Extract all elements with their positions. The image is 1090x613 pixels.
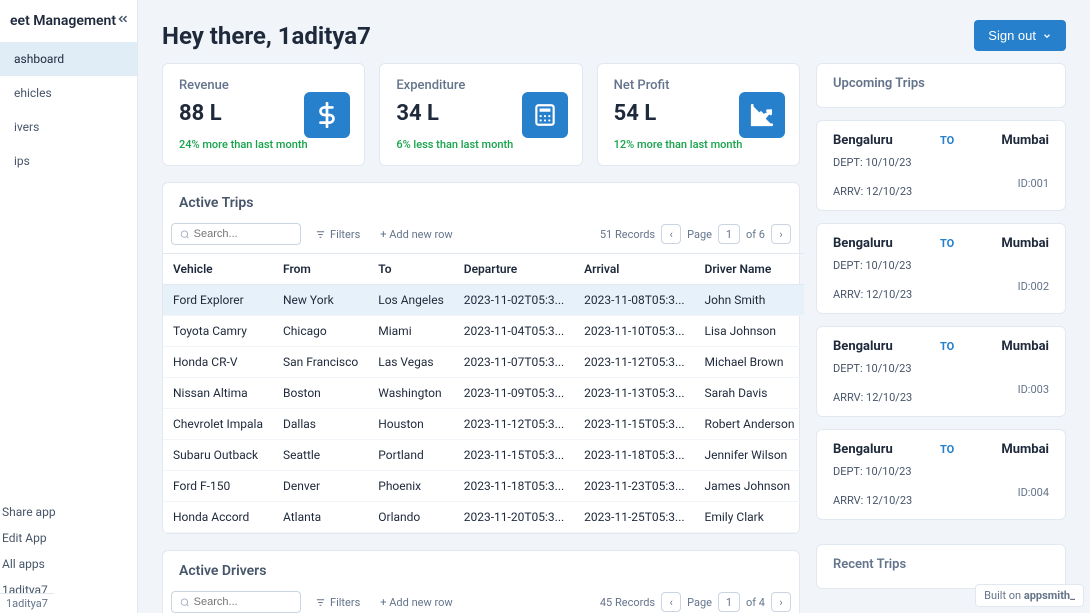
chevron-down-icon [1042,31,1052,41]
sidebar-collapse-icon[interactable] [116,12,130,30]
stat-title: Net Profit [614,78,783,93]
filters-button[interactable]: Filters [309,592,366,613]
trip-id: ID:003 [1018,383,1049,404]
edit-app-link[interactable]: Edit App [2,525,135,551]
to-label: TO [940,443,954,456]
trip-arrv: ARRV: 12/10/23 [833,494,912,507]
trip-dept: DEPT: 10/10/23 [833,156,1049,169]
stat-delta: 24% more than last month [179,138,348,151]
col-header[interactable]: Departure [454,254,574,285]
trip-dept: DEPT: 10/10/23 [833,362,1049,375]
app-title: eet Management [10,13,116,29]
sidebar-item-dashboard[interactable]: ashboard [0,42,137,76]
bottom-tab[interactable]: 1aditya7 [0,593,54,613]
prev-page-button[interactable]: ‹ [661,224,681,244]
trip-dept: DEPT: 10/10/23 [833,465,1049,478]
search-input[interactable] [171,591,301,613]
trip-arrv: ARRV: 12/10/23 [833,391,912,404]
table-row[interactable]: Subaru OutbackSeattlePortland2023-11-15T… [163,440,804,471]
trip-id: ID:004 [1018,486,1049,507]
col-header[interactable]: Vehicle [163,254,273,285]
table-row[interactable]: Chevrolet ImpalaDallasHouston2023-11-12T… [163,409,804,440]
search-icon [180,597,190,608]
col-header[interactable]: From [273,254,368,285]
panel-title: Active Drivers [163,551,799,587]
trip-to: Mumbai [1001,339,1049,354]
active-trips-table: VehicleFromToDepartureArrivalDriver Name… [163,253,804,533]
upcoming-trip-card[interactable]: Bengaluru TO Mumbai DEPT: 10/10/23 ARRV: 12/… [816,120,1066,211]
sign-out-label: Sign out [988,28,1036,43]
stat-expenditure: Expenditure 34 L 6% less than last month [379,63,582,166]
filter-icon [315,597,326,608]
col-header[interactable]: Arrival [574,254,694,285]
table-row[interactable]: Honda AccordAtlantaOrlando2023-11-20T05:… [163,502,804,533]
search-icon [180,229,190,240]
to-label: TO [940,340,954,353]
current-page: 1 [718,224,740,244]
page-title: Hey there, 1aditya7 [162,22,371,50]
panel-title: Active Trips [163,183,799,219]
active-drivers-panel: Active Drivers Filters + Add new row [162,550,800,613]
trip-to: Mumbai [1001,236,1049,251]
upcoming-trip-card[interactable]: Bengaluru TO Mumbai DEPT: 10/10/23 ARRV: 12/… [816,223,1066,314]
table-row[interactable]: Honda CR-VSan FranciscoLas Vegas2023-11-… [163,347,804,378]
trip-from: Bengaluru [833,236,893,251]
trip-from: Bengaluru [833,133,893,148]
next-page-button[interactable]: › [771,224,791,244]
table-row[interactable]: Nissan AltimaBostonWashington2023-11-09T… [163,378,804,409]
to-label: TO [940,134,954,147]
trip-to: Mumbai [1001,133,1049,148]
built-on-badge[interactable]: Built on appsmith_ [975,584,1084,607]
calculator-icon [522,92,568,138]
filters-button[interactable]: Filters [309,224,366,245]
upcoming-title: Upcoming Trips [833,76,1049,91]
prev-page-button[interactable]: ‹ [661,592,681,612]
sidebar-item-trips[interactable]: ips [0,144,137,178]
trip-to: Mumbai [1001,442,1049,457]
trip-dept: DEPT: 10/10/23 [833,259,1049,272]
trip-arrv: ARRV: 12/10/23 [833,185,912,198]
upcoming-trip-card[interactable]: Bengaluru TO Mumbai DEPT: 10/10/23 ARRV: 12/… [816,429,1066,520]
all-apps-link[interactable]: All apps [2,551,135,577]
record-count: 51 Records [600,228,655,241]
share-app-link[interactable]: Share app [2,499,135,525]
trip-id: ID:002 [1018,280,1049,301]
current-page: 1 [718,592,740,612]
col-header[interactable]: To [368,254,454,285]
active-trips-panel: Active Trips Filters + Add new row [162,182,800,534]
table-row[interactable]: Toyota CamryChicagoMiami2023-11-04T05:3.… [163,316,804,347]
upcoming-trip-card[interactable]: Bengaluru TO Mumbai DEPT: 10/10/23 ARRV: 12/… [816,326,1066,417]
stat-delta: 6% less than last month [396,138,565,151]
col-header[interactable]: Driver Name [695,254,805,285]
stat-title: Expenditure [396,78,565,93]
record-count: 45 Records [600,596,655,609]
recent-title: Recent Trips [833,557,1049,572]
filter-icon [315,229,326,240]
stat-delta: 12% more than last month [614,138,783,151]
add-row-button[interactable]: + Add new row [374,224,458,245]
stat-revenue: Revenue 88 L 24% more than last month [162,63,365,166]
trip-from: Bengaluru [833,442,893,457]
dollar-icon [304,92,350,138]
trip-from: Bengaluru [833,339,893,354]
trip-id: ID:001 [1018,177,1049,198]
sign-out-button[interactable]: Sign out [974,20,1066,51]
chart-line-icon [739,92,785,138]
next-page-button[interactable]: › [771,592,791,612]
to-label: TO [940,237,954,250]
stat-netprofit: Net Profit 54 L 12% more than last month [597,63,800,166]
sidebar-item-drivers[interactable]: ivers [0,110,137,144]
stat-title: Revenue [179,78,348,93]
sidebar-item-vehicles[interactable]: ehicles [0,76,137,110]
table-row[interactable]: Ford F-150DenverPhoenix2023-11-18T05:3..… [163,471,804,502]
search-input[interactable] [171,223,301,245]
add-row-button[interactable]: + Add new row [374,592,458,613]
trip-arrv: ARRV: 12/10/23 [833,288,912,301]
table-row[interactable]: Ford ExplorerNew YorkLos Angeles2023-11-… [163,285,804,316]
